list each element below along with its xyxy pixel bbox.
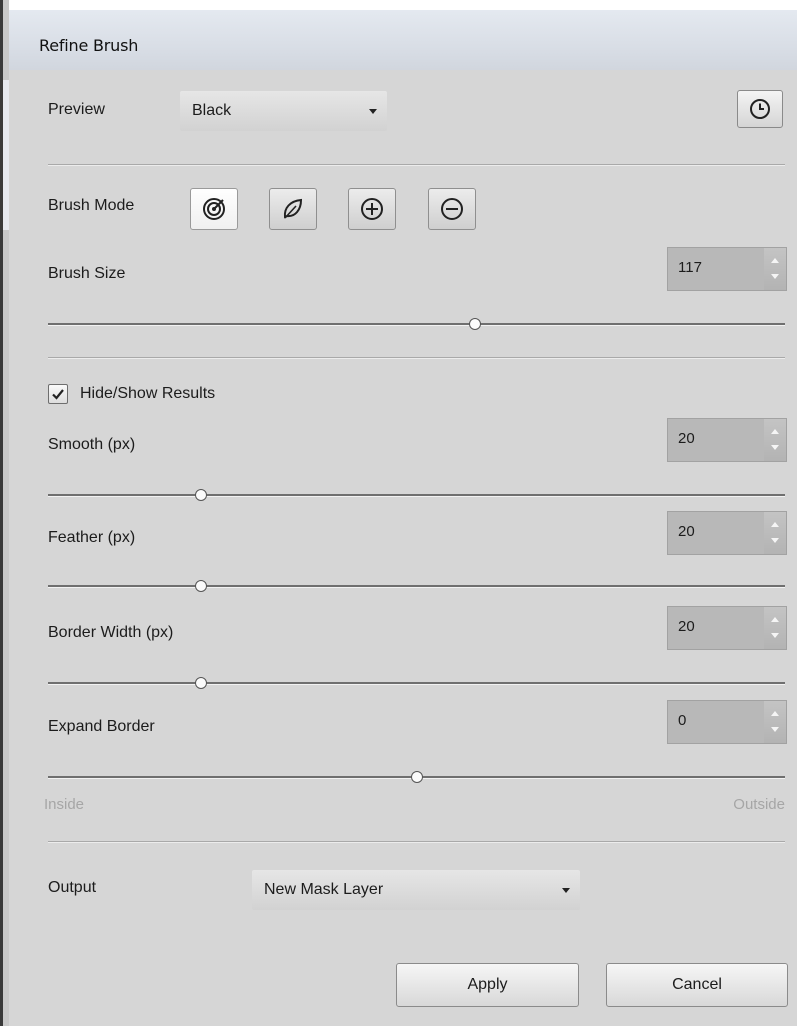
smooth-slider[interactable]: [48, 488, 785, 502]
clock-icon: [750, 99, 770, 119]
chevron-down-icon: [562, 888, 570, 893]
border-width-spinbox[interactable]: 20: [667, 606, 787, 650]
brush-size-label: Brush Size: [48, 265, 126, 282]
hide-show-results-label: Hide/Show Results: [80, 385, 216, 402]
checkmark-icon: [52, 389, 64, 400]
hide-show-results-checkbox[interactable]: [48, 384, 68, 404]
brush-mode-leaf-button[interactable]: [269, 188, 317, 230]
spin-down-icon[interactable]: [771, 538, 779, 543]
brush-size-value: 117: [678, 259, 702, 276]
brush-mode-label: Brush Mode: [48, 197, 135, 214]
feather-slider-handle[interactable]: [195, 580, 208, 592]
spin-arrows[interactable]: [764, 512, 786, 554]
divider: [48, 164, 785, 166]
target-brush-icon: [203, 198, 225, 220]
feather-label: Feather (px): [48, 529, 136, 546]
expand-border-value: 0: [678, 712, 687, 729]
spin-up-icon[interactable]: [771, 258, 779, 263]
expand-border-slider-handle[interactable]: [410, 771, 423, 783]
brush-mode-subtract-button[interactable]: [428, 188, 476, 230]
spin-down-icon[interactable]: [771, 445, 779, 450]
window-left-edge: [0, 0, 9, 1026]
plus-circle-icon: [361, 198, 383, 220]
brush-size-spinbox[interactable]: 117: [667, 247, 787, 291]
expand-border-min-label: Inside: [44, 796, 85, 813]
chevron-down-icon: [369, 109, 377, 114]
history-button[interactable]: [737, 90, 783, 128]
expand-border-label: Expand Border: [48, 718, 155, 735]
preview-dropdown[interactable]: Black: [180, 91, 387, 131]
smooth-value: 20: [678, 430, 695, 447]
expand-border-slider[interactable]: [48, 770, 785, 784]
spin-arrows[interactable]: [764, 701, 786, 743]
output-label: Output: [48, 879, 97, 896]
output-dropdown-value: New Mask Layer: [264, 881, 384, 898]
spin-arrows[interactable]: [764, 607, 786, 649]
leaf-brush-icon: [283, 198, 303, 219]
brush-size-slider[interactable]: [48, 317, 785, 331]
title-bar: Refine Brush: [9, 0, 797, 70]
spin-up-icon[interactable]: [771, 617, 779, 622]
spin-up-icon[interactable]: [771, 522, 779, 527]
feather-value: 20: [678, 523, 695, 540]
spin-down-icon[interactable]: [771, 727, 779, 732]
feather-slider[interactable]: [48, 579, 785, 593]
spin-up-icon[interactable]: [771, 711, 779, 716]
preview-label: Preview: [48, 101, 105, 118]
output-dropdown[interactable]: New Mask Layer: [252, 870, 580, 910]
expand-border-max-label: Outside: [733, 796, 785, 813]
divider: [48, 841, 785, 843]
smooth-slider-handle[interactable]: [195, 489, 208, 501]
apply-button[interactable]: Apply: [396, 963, 579, 1007]
feather-spinbox[interactable]: 20: [667, 511, 787, 555]
brush-mode-add-button[interactable]: [348, 188, 396, 230]
smooth-label: Smooth (px): [48, 436, 136, 453]
spin-arrows[interactable]: [764, 419, 786, 461]
border-width-value: 20: [678, 618, 695, 635]
preview-dropdown-value: Black: [192, 102, 232, 119]
spin-down-icon[interactable]: [771, 633, 779, 638]
minus-circle-icon: [441, 198, 463, 220]
spin-down-icon[interactable]: [771, 274, 779, 279]
border-width-slider[interactable]: [48, 676, 785, 690]
cancel-button[interactable]: Cancel: [606, 963, 788, 1007]
dialog-title: Refine Brush: [39, 36, 139, 55]
refine-brush-dialog: Refine Brush Preview Black Brush Mode Br…: [0, 0, 797, 1026]
brush-size-slider-handle[interactable]: [469, 318, 482, 330]
brush-mode-target-button[interactable]: [190, 188, 238, 230]
divider: [48, 357, 785, 359]
spin-up-icon[interactable]: [771, 429, 779, 434]
smooth-spinbox[interactable]: 20: [667, 418, 787, 462]
expand-border-spinbox[interactable]: 0: [667, 700, 787, 744]
border-width-label: Border Width (px): [48, 624, 174, 641]
spin-arrows[interactable]: [764, 248, 786, 290]
border-width-slider-handle[interactable]: [195, 677, 208, 689]
